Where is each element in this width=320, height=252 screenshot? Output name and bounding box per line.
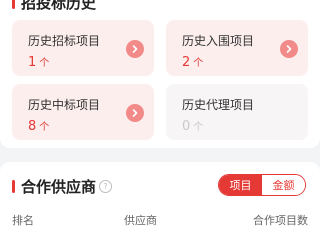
column-header-rank: 排名	[12, 214, 34, 227]
bid-history-card: 招投标历史 历史招标项目 1个 历史入围项目 2个 历史中标项目 8个 历史代理…	[0, 0, 320, 148]
section-title-suppliers: 合作供应商 ?	[12, 176, 113, 197]
stat-label: 历史代理项目	[182, 98, 255, 112]
chevron-right-icon[interactable]	[280, 40, 298, 58]
column-header-supplier: 供应商	[124, 214, 157, 227]
chevron-right-icon[interactable]	[126, 40, 144, 58]
metric-toggle[interactable]: 项目 金额	[218, 174, 306, 196]
stat-count: 1个	[28, 55, 50, 70]
stat-count: 8个	[28, 119, 50, 134]
stat-tile-bidding-history[interactable]: 历史招标项目 1个	[12, 20, 154, 76]
stat-label: 历史招标项目	[28, 34, 101, 48]
bid-history-title: 招投标历史	[21, 0, 97, 12]
section-title-bid-history: 招投标历史	[12, 0, 96, 13]
stat-label: 历史入围项目	[182, 34, 255, 48]
help-icon[interactable]: ?	[99, 180, 113, 193]
column-header-project-count: 合作项目数	[253, 214, 308, 227]
stat-tile-agency-history: 历史代理项目 0个	[166, 84, 308, 140]
stat-tile-shortlisted-history[interactable]: 历史入围项目 2个	[166, 20, 308, 76]
stat-label: 历史中标项目	[28, 98, 101, 112]
chevron-right-icon[interactable]	[126, 104, 144, 122]
stat-count: 0个	[182, 119, 204, 134]
toggle-option-projects[interactable]: 项目	[219, 175, 262, 195]
title-accent-bar	[12, 180, 15, 193]
suppliers-title: 合作供应商	[21, 178, 97, 196]
suppliers-card: 合作供应商 ? 项目 金额 排名 供应商 合作项目数	[0, 162, 320, 252]
stat-count: 2个	[182, 55, 204, 70]
title-accent-bar	[12, 0, 15, 9]
stat-tile-won-history[interactable]: 历史中标项目 8个	[12, 84, 154, 140]
toggle-option-amount[interactable]: 金额	[262, 175, 305, 195]
